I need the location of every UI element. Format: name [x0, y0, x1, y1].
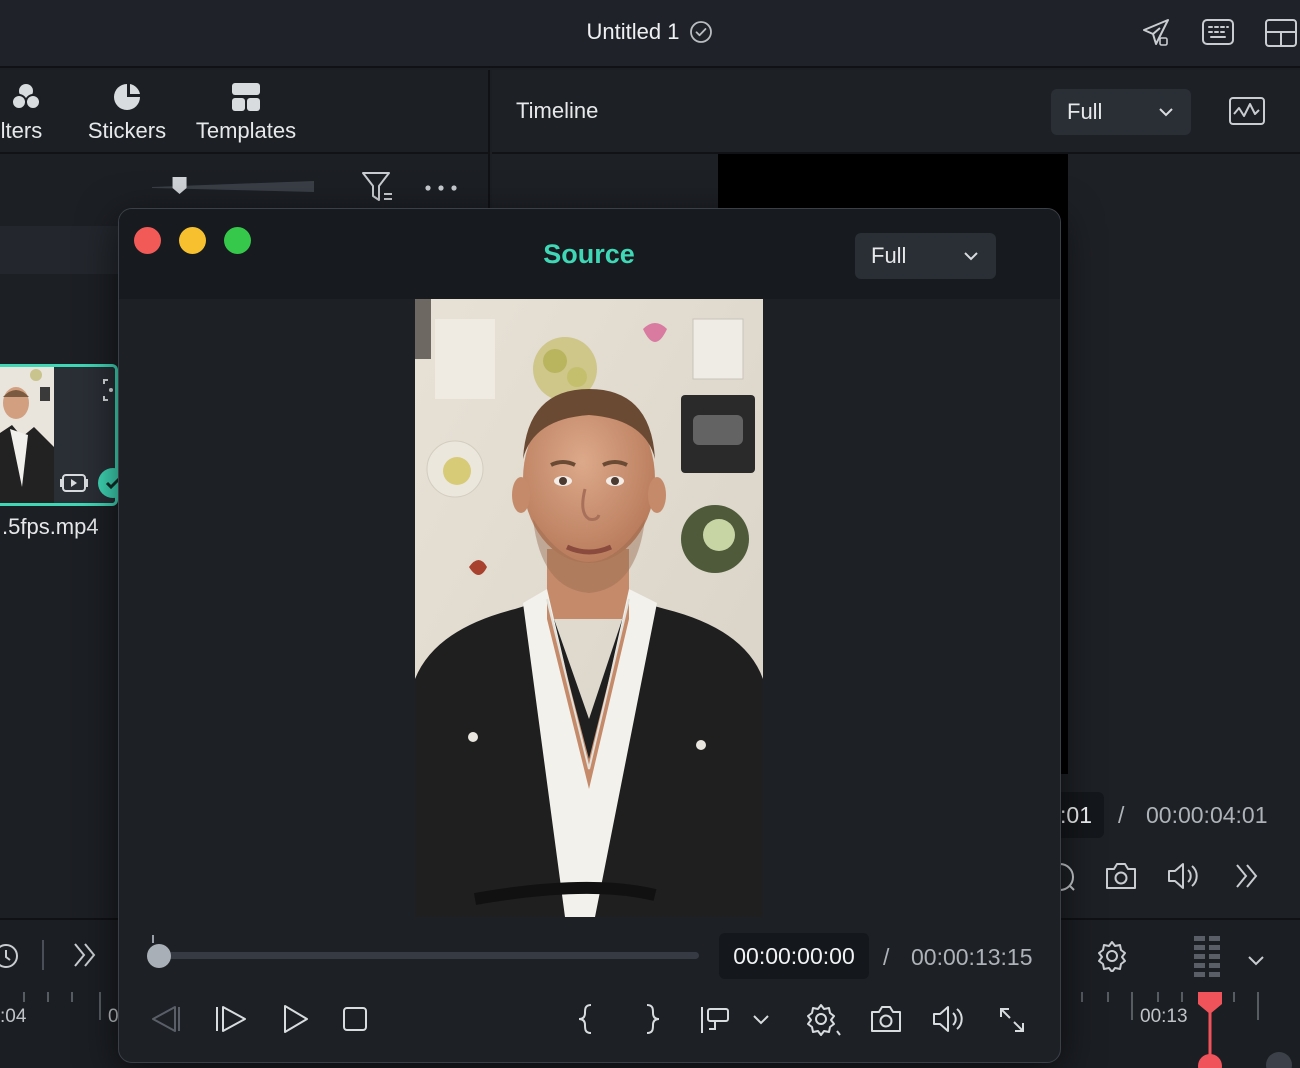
next-frame-icon[interactable] — [213, 1003, 249, 1035]
timeline-playhead[interactable] — [1196, 990, 1224, 1068]
source-window: Source Full 00:00:00:00 / 00:00:13:15 — [118, 208, 1061, 1063]
source-duration: 00:00:13:15 — [911, 944, 1033, 970]
mark-in-icon[interactable] — [575, 1003, 599, 1035]
saved-check-icon — [689, 20, 713, 44]
ruler-label-right: 00:13 — [1140, 1006, 1188, 1027]
tab-templates[interactable]: Templates — [190, 82, 302, 144]
preview-panel-title: Timeline — [516, 98, 599, 123]
timeline-settings-icon[interactable] — [1096, 940, 1128, 972]
source-time-separator: / — [883, 944, 890, 970]
filters-icon — [10, 82, 42, 112]
ruler-label-left: :04 — [0, 1006, 27, 1027]
preview-current-time: :01 — [1060, 792, 1104, 838]
source-zoom-value: Full — [871, 243, 907, 268]
mark-out-icon[interactable] — [639, 1003, 663, 1035]
tab-templates-label: Templates — [195, 118, 297, 143]
clip-type-icon — [60, 470, 88, 496]
preview-duration: 00:00:04:01 — [1146, 802, 1268, 828]
layout-icon[interactable] — [1264, 18, 1298, 48]
insert-to-timeline-icon[interactable] — [699, 1005, 733, 1035]
tab-filters[interactable]: ilters — [0, 82, 54, 144]
toolbar-separator — [42, 940, 44, 970]
preview-more-chevron-icon[interactable] — [1234, 862, 1260, 890]
ruler-label-left-2: 0 — [108, 1006, 119, 1027]
keyboard-shortcuts-icon[interactable] — [1201, 17, 1235, 47]
preview-zoom-dropdown[interactable]: Full — [1051, 89, 1191, 135]
source-volume-icon[interactable] — [931, 1003, 967, 1035]
preview-zoom-value: Full — [1067, 99, 1103, 124]
source-current-time[interactable]: 00:00:00:00 — [719, 933, 869, 979]
send-feedback-icon[interactable] — [1140, 16, 1172, 48]
previous-frame-icon[interactable] — [147, 1003, 183, 1035]
insert-options-chevron-icon[interactable] — [753, 1015, 769, 1025]
source-snapshot-icon[interactable] — [869, 1003, 903, 1035]
timeline-more-chevron-icon[interactable] — [72, 941, 98, 969]
media-item-filename: .5fps.mp4 — [2, 514, 99, 539]
chevron-down-icon — [964, 251, 978, 261]
history-icon[interactable] — [0, 940, 22, 972]
waveform-icon[interactable] — [1228, 96, 1266, 126]
app-title: Untitled 1 — [0, 0, 1300, 64]
media-category-bar — [0, 226, 118, 274]
stop-icon[interactable] — [341, 1005, 369, 1033]
audio-meter-icon — [1194, 936, 1222, 984]
play-icon[interactable] — [279, 1003, 311, 1035]
stickers-icon — [112, 82, 142, 112]
filter-sort-icon[interactable] — [360, 170, 396, 204]
preview-snapshot-icon[interactable] — [1104, 860, 1138, 892]
tab-stickers[interactable]: Stickers — [84, 82, 170, 144]
toolbar-divider — [0, 152, 490, 154]
timeline-chevron-down-icon[interactable] — [1248, 956, 1264, 966]
more-options-icon[interactable] — [424, 183, 458, 193]
project-title[interactable]: Untitled 1 — [587, 19, 680, 45]
tab-filters-label: ilters — [0, 118, 43, 143]
templates-icon — [231, 82, 261, 112]
chevron-down-icon — [1159, 107, 1173, 117]
preview-time-separator: / — [1118, 802, 1125, 828]
preview-settings-icon[interactable] — [1058, 860, 1078, 894]
fullscreen-icon[interactable] — [997, 1005, 1027, 1035]
source-progress-slider[interactable] — [147, 931, 707, 971]
source-progress-knob[interactable] — [147, 944, 171, 968]
source-zoom-dropdown[interactable]: Full — [855, 233, 996, 279]
tab-stickers-label: Stickers — [87, 118, 167, 143]
focus-frame-icon — [102, 378, 118, 402]
source-settings-icon[interactable] — [805, 1003, 841, 1037]
slider-knob[interactable] — [172, 177, 187, 194]
thumbnail-size-slider[interactable] — [150, 173, 316, 199]
source-video-frame — [415, 299, 763, 917]
preview-volume-icon[interactable] — [1166, 860, 1202, 892]
